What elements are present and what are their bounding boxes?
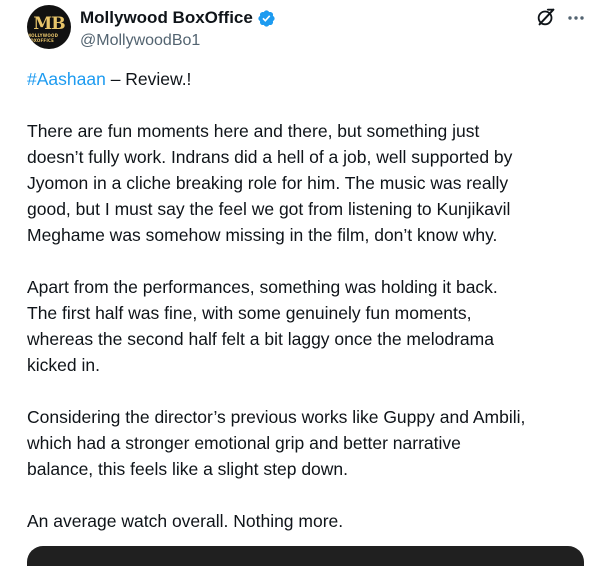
tweet-title-rest: – Review.! (105, 69, 192, 89)
tweet-paragraph: Apart from the performances, something w… (27, 277, 498, 375)
author-handle[interactable]: @MollywoodBo1 (80, 32, 200, 50)
hashtag-link[interactable]: #Aashaan (27, 69, 106, 89)
verified-badge-icon[interactable] (257, 9, 276, 28)
tweet-paragraph: Considering the director’s previous work… (27, 407, 526, 479)
author-display-name[interactable]: Mollywood BoxOffice (80, 8, 253, 28)
grok-icon[interactable] (535, 6, 557, 28)
avatar-logo-subtext: MOLLYWOOD BOXOFFICE (27, 32, 59, 43)
tweet-paragraph: An average watch overall. Nothing more. (27, 511, 344, 531)
tweet-title-line: #Aashaan – Review.! (27, 66, 595, 92)
author-name-row: Mollywood BoxOffice (80, 7, 276, 29)
tweet-paragraph: There are fun moments here and there, bu… (27, 121, 513, 245)
avatar-logo-text: MB (33, 13, 65, 34)
avatar[interactable]: MB MOLLYWOOD BOXOFFICE (27, 5, 71, 49)
tweet-text: #Aashaan – Review.! There are fun moment… (27, 66, 595, 560)
media-preview[interactable] (27, 546, 584, 566)
more-options-icon[interactable] (566, 8, 586, 28)
tweet: MB MOLLYWOOD BOXOFFICE Mollywood BoxOffi… (0, 0, 596, 566)
